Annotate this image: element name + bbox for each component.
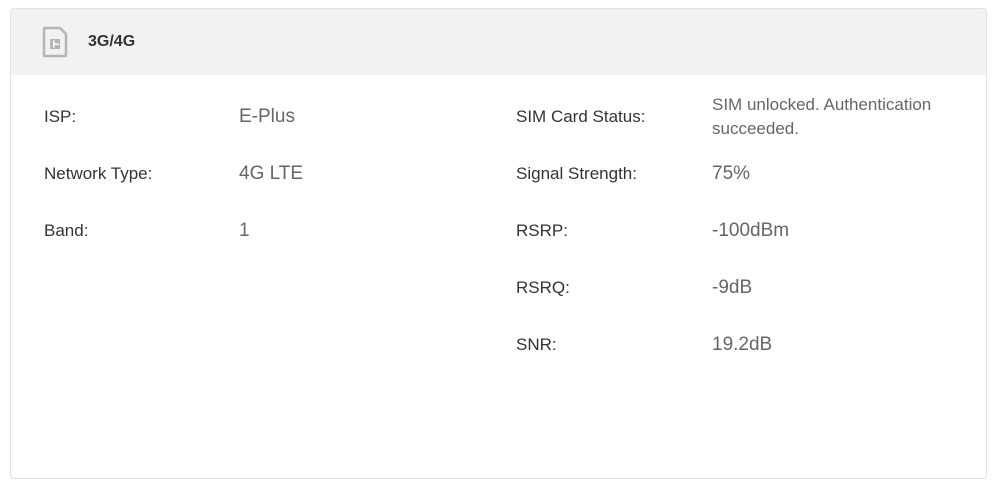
rsrq-label: RSRQ: xyxy=(516,278,570,297)
rsrp-label: RSRP: xyxy=(516,221,568,240)
sim-card-icon xyxy=(42,26,68,58)
isp-row: ISP: E-Plus xyxy=(44,106,484,147)
signal-strength-label: Signal Strength: xyxy=(516,164,637,183)
band-row: Band: 1 xyxy=(44,220,484,261)
sim-status-row: SIM Card Status: SIM unlocked. Authentic… xyxy=(516,95,976,155)
rsrp-row: RSRP: -100dBm xyxy=(516,220,976,261)
isp-value: E-Plus xyxy=(239,106,295,127)
band-label: Band: xyxy=(44,221,89,240)
snr-row: SNR: 19.2dB xyxy=(516,334,976,375)
signal-strength-row: Signal Strength: 75% xyxy=(516,163,976,204)
network-type-value: 4G LTE xyxy=(239,163,304,184)
network-card: 3G/4G ISP: E-Plus Network Type: 4G LTE B… xyxy=(10,8,987,479)
rsrq-value: -9dB xyxy=(712,277,753,298)
card-title: 3G/4G xyxy=(88,33,136,50)
card-header: 3G/4G xyxy=(11,9,986,75)
isp-label: ISP: xyxy=(44,107,77,126)
sim-status-value: SIM unlocked. Authentication succeeded. xyxy=(712,95,932,138)
sim-status-label: SIM Card Status: xyxy=(516,107,646,126)
network-type-row: Network Type: 4G LTE xyxy=(44,163,484,204)
snr-label: SNR: xyxy=(516,335,557,354)
network-type-label: Network Type: xyxy=(44,164,153,183)
snr-value: 19.2dB xyxy=(712,334,773,355)
signal-strength-value: 75% xyxy=(712,163,751,184)
band-value: 1 xyxy=(239,220,250,241)
rsrq-row: RSRQ: -9dB xyxy=(516,277,976,318)
rsrp-value: -100dBm xyxy=(712,220,790,241)
